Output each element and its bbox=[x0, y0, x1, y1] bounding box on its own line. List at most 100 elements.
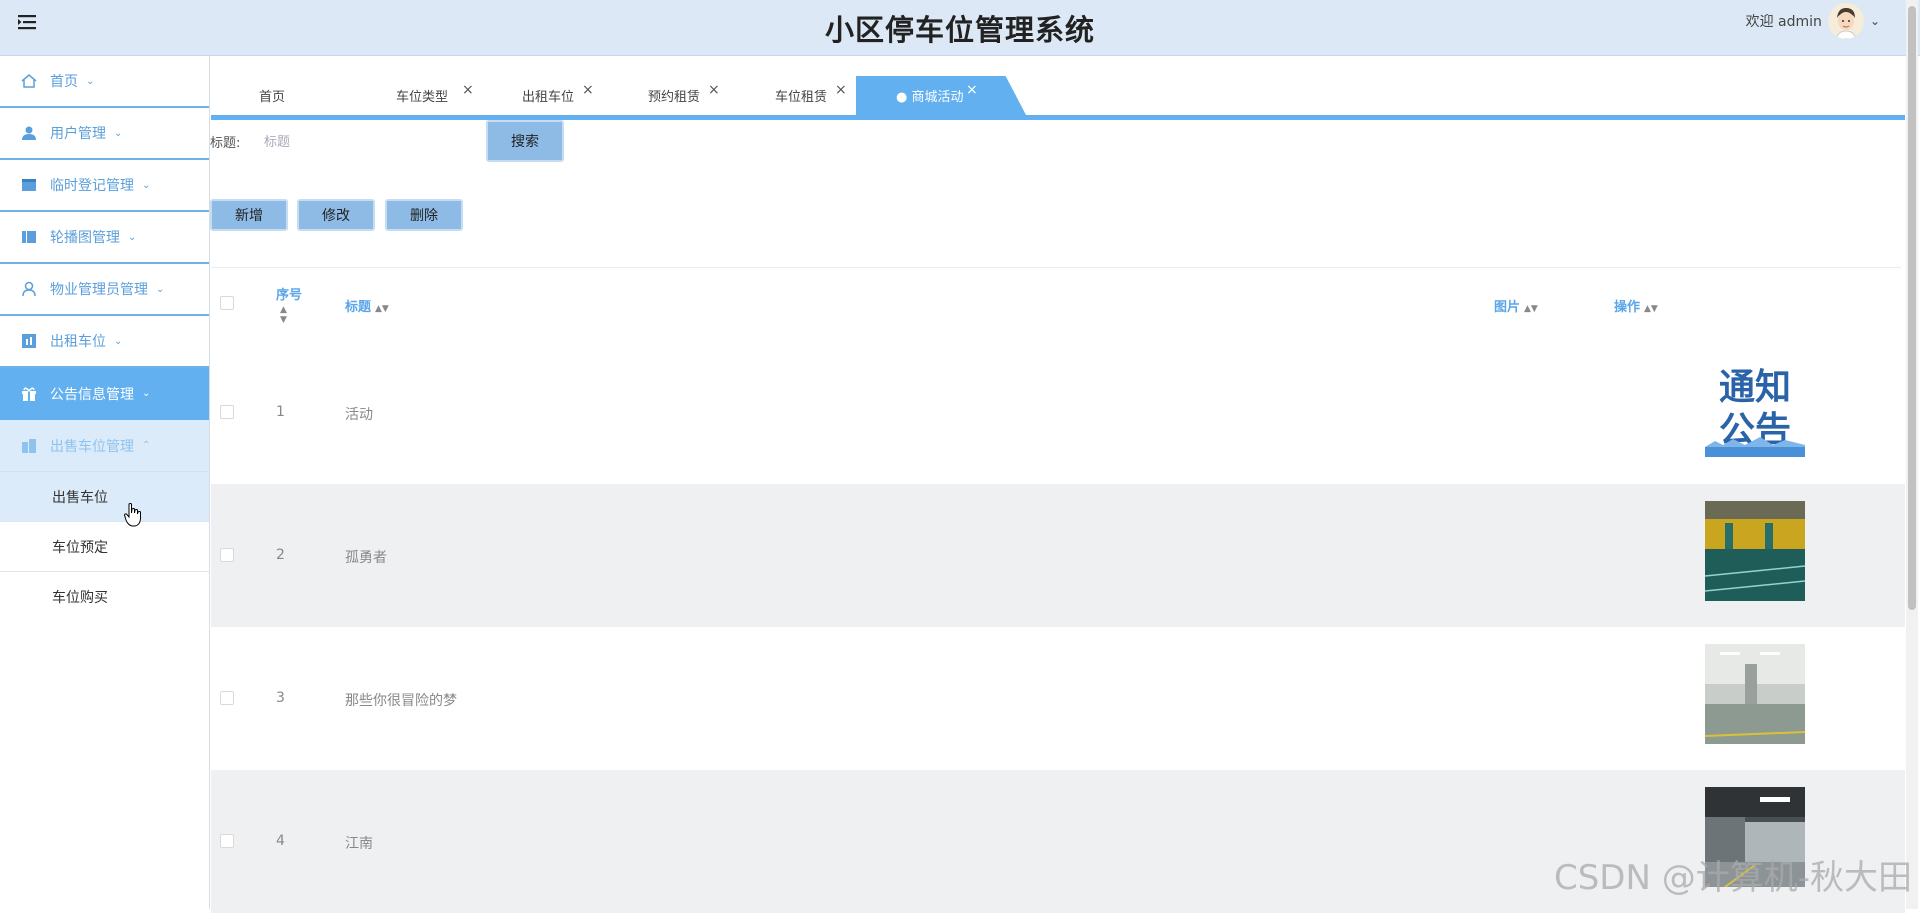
sidebar-item-temp-register[interactable]: 临时登记管理 ⌄ bbox=[0, 160, 209, 212]
close-icon[interactable]: × bbox=[966, 82, 978, 98]
row-checkbox[interactable] bbox=[220, 691, 234, 705]
sidebar-item-announcements[interactable]: 公告信息管理 ⌄ bbox=[0, 368, 209, 420]
top-header: 小区停车位管理系统 欢迎 admin ⌄ bbox=[0, 0, 1920, 56]
tab-rent-space[interactable]: 出租车位 × bbox=[522, 76, 622, 115]
building-icon bbox=[20, 437, 38, 455]
chevron-down-icon: ⌄ bbox=[156, 284, 164, 295]
edit-button[interactable]: 修改 bbox=[297, 199, 375, 231]
notice-text-line1: 通知 bbox=[1719, 367, 1791, 408]
tab-label: 首页 bbox=[259, 86, 285, 105]
select-all-checkbox[interactable] bbox=[220, 296, 234, 310]
table-row[interactable]: 1 活动 通知 公告 bbox=[211, 341, 1905, 484]
column-header-title[interactable]: 标题 ▲▼ bbox=[345, 296, 389, 315]
tab-mall-activity[interactable]: ● 商城活动 × bbox=[856, 76, 1026, 115]
row-index: 1 bbox=[276, 404, 285, 420]
app-title: 小区停车位管理系统 bbox=[0, 7, 1920, 49]
row-title: 那些你很冒险的梦 bbox=[345, 690, 457, 710]
close-icon[interactable]: × bbox=[582, 82, 594, 98]
user-menu[interactable]: 欢迎 admin ⌄ bbox=[1746, 2, 1880, 40]
row-checkbox[interactable] bbox=[220, 548, 234, 562]
row-title: 孤勇者 bbox=[345, 547, 387, 567]
sort-icon[interactable]: ▲▼ bbox=[375, 304, 389, 314]
sidebar-item-home[interactable]: 首页 ⌄ bbox=[0, 56, 209, 108]
chevron-down-icon: ⌄ bbox=[128, 232, 136, 243]
search-button[interactable]: 搜索 bbox=[486, 120, 564, 162]
column-header-image[interactable]: 图片 ▲▼ bbox=[1494, 296, 1538, 315]
sidebar-subitem-label: 车位预定 bbox=[52, 537, 108, 557]
sidebar-subitem-reserve-space[interactable]: 车位预定 bbox=[0, 522, 209, 572]
column-header-actions[interactable]: 操作▲▼ bbox=[1614, 296, 1658, 315]
chevron-down-icon: ⌄ bbox=[142, 388, 150, 399]
sidebar-item-label: 临时登记管理 bbox=[50, 175, 134, 195]
chevron-down-icon: ⌄ bbox=[142, 180, 150, 191]
sort-icon[interactable]: ▲▼ bbox=[1524, 304, 1538, 314]
column-header-label: 标题 bbox=[345, 300, 371, 315]
column-header-label: 序号 bbox=[276, 288, 302, 303]
row-title: 江南 bbox=[345, 833, 373, 853]
tab-reserve-rent[interactable]: 预约租赁 × bbox=[648, 76, 748, 115]
row-index: 4 bbox=[276, 833, 285, 849]
delete-button[interactable]: 删除 bbox=[385, 199, 463, 231]
sidebar-subitem-label: 出售车位 bbox=[52, 487, 108, 507]
parking-garage-yellow-image bbox=[1705, 501, 1805, 601]
add-button[interactable]: 新增 bbox=[210, 199, 288, 231]
welcome-text: 欢迎 admin bbox=[1746, 11, 1822, 31]
sidebar: 首页 ⌄ 用户管理 ⌄ 临时登记管理 ⌄ 轮播图管理 ⌄ 物业管理员管理 ⌄ 出… bbox=[0, 56, 210, 909]
sidebar-item-rent-space[interactable]: 出租车位 ⌄ bbox=[0, 316, 209, 368]
notice-image: 通知 公告 bbox=[1705, 357, 1805, 457]
tab-space-type[interactable]: 车位类型 × bbox=[396, 76, 496, 115]
tab-label: 预约租赁 bbox=[648, 86, 700, 105]
person-outline-icon bbox=[20, 280, 38, 298]
sidebar-item-label: 用户管理 bbox=[50, 123, 106, 143]
gift-icon bbox=[20, 385, 38, 403]
column-header-label: 图片 bbox=[1494, 300, 1520, 315]
tab-label: ● 商城活动 bbox=[896, 86, 963, 105]
sidebar-item-label: 首页 bbox=[50, 71, 78, 91]
divider bbox=[211, 267, 1901, 268]
carousel-icon bbox=[20, 228, 38, 246]
sidebar-item-carousel[interactable]: 轮播图管理 ⌄ bbox=[0, 212, 209, 264]
row-index: 3 bbox=[276, 690, 285, 706]
table-row[interactable]: 2 孤勇者 bbox=[211, 484, 1905, 627]
watermark: CSDN @计算机-秋大田 bbox=[1554, 850, 1912, 899]
row-checkbox[interactable] bbox=[220, 834, 234, 848]
form-icon bbox=[20, 176, 38, 194]
close-icon[interactable]: × bbox=[708, 82, 720, 98]
close-icon[interactable]: × bbox=[462, 82, 474, 98]
chevron-down-icon: ⌄ bbox=[86, 76, 94, 87]
chevron-up-icon: ⌃ bbox=[142, 440, 150, 451]
sidebar-item-label: 轮播图管理 bbox=[50, 227, 120, 247]
search-input[interactable] bbox=[262, 127, 482, 157]
sidebar-item-property-admin[interactable]: 物业管理员管理 ⌄ bbox=[0, 264, 209, 316]
avatar[interactable] bbox=[1828, 3, 1864, 39]
row-checkbox[interactable] bbox=[220, 405, 234, 419]
tab-home[interactable]: 首页 bbox=[259, 76, 339, 115]
sidebar-subitem-sell-space[interactable]: 出售车位 bbox=[0, 472, 209, 522]
sidebar-item-sell-space[interactable]: 出售车位管理 ⌃ bbox=[0, 420, 209, 472]
hand-cursor-icon bbox=[124, 503, 142, 531]
chart-icon bbox=[20, 332, 38, 350]
sidebar-subitem-buy-space[interactable]: 车位购买 bbox=[0, 572, 209, 622]
sort-icon[interactable]: ▲▼ bbox=[1644, 304, 1658, 314]
sort-icon[interactable]: ▲▼ bbox=[280, 305, 316, 325]
table-row[interactable]: 3 那些你很冒险的梦 bbox=[211, 627, 1905, 770]
parking-garage-bright-image bbox=[1705, 644, 1805, 744]
sidebar-item-label: 出售车位管理 bbox=[50, 436, 134, 456]
row-title: 活动 bbox=[345, 404, 373, 424]
chevron-down-icon[interactable]: ⌄ bbox=[1870, 14, 1880, 28]
tab-label: 车位类型 bbox=[396, 86, 448, 105]
tab-bar: 首页 车位类型 × 出租车位 × 预约租赁 × 车位租赁 × ● 商城活动 × bbox=[211, 76, 1905, 120]
user-icon bbox=[20, 124, 38, 142]
vertical-scrollbar[interactable] bbox=[1906, 0, 1918, 909]
row-index: 2 bbox=[276, 547, 285, 563]
column-header-index[interactable]: 序号 ▲▼ bbox=[276, 284, 316, 325]
tab-label: 出租车位 bbox=[522, 86, 574, 105]
sidebar-item-label: 物业管理员管理 bbox=[50, 279, 148, 299]
sidebar-subitem-label: 车位购买 bbox=[52, 587, 108, 607]
chevron-down-icon: ⌄ bbox=[114, 336, 122, 347]
sidebar-item-users[interactable]: 用户管理 ⌄ bbox=[0, 108, 209, 160]
scrollbar-thumb[interactable] bbox=[1908, 6, 1916, 610]
home-icon bbox=[20, 72, 38, 90]
close-icon[interactable]: × bbox=[835, 82, 847, 98]
sidebar-item-label: 出租车位 bbox=[50, 331, 106, 351]
